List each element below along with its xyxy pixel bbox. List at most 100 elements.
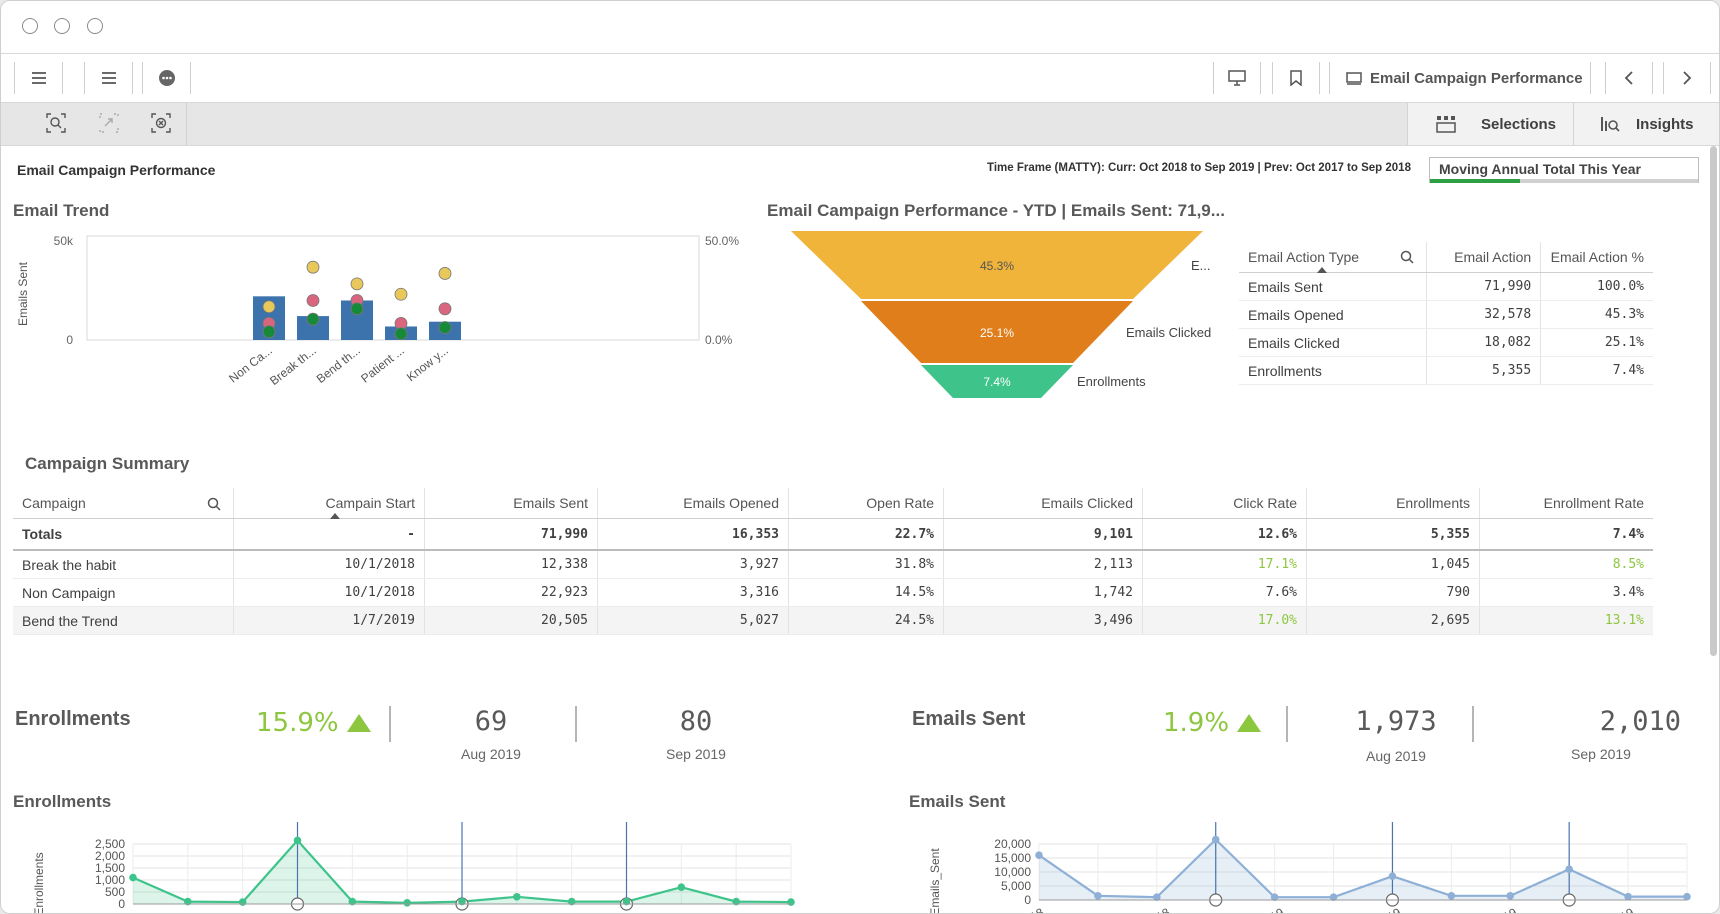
action-type-cell: Emails Clicked (1239, 328, 1427, 357)
campaign-summary-title: Campaign Summary (25, 454, 190, 473)
y-tick-label: 10,000 (994, 865, 1031, 879)
data-cell: 3,496 (943, 606, 1143, 635)
data-point (1683, 892, 1691, 901)
data-cell: 24.5% (788, 606, 944, 635)
trend-point (350, 302, 364, 316)
data-cell: 12,338 (424, 550, 598, 579)
campaign-summary-table: Campaign Campain Start Emails Sent Email… (13, 488, 1653, 635)
campaign-cell: Break the habit (13, 550, 234, 579)
data-cell: 20,505 (424, 606, 598, 635)
next-sheet-button[interactable] (1663, 62, 1711, 94)
table-row[interactable]: Emails Sent 71,990 100.0% (1239, 272, 1653, 301)
summary-header[interactable]: Emails Clicked (943, 488, 1143, 519)
vertical-scrollbar[interactable] (1710, 146, 1717, 656)
page-title: Email Campaign Performance (17, 162, 216, 178)
email-trend-title: Email Trend (13, 201, 110, 220)
totals-cell: 9,101 (943, 518, 1143, 551)
data-cell: 2,695 (1306, 606, 1480, 635)
trend-point (262, 325, 276, 339)
bookmark-icon (1290, 70, 1302, 86)
data-cell: 5,027 (597, 606, 789, 635)
action-pct-cell: 7.4% (1540, 356, 1653, 385)
table-row[interactable]: Emails Opened 32,578 45.3% (1239, 300, 1653, 329)
trend-point (306, 312, 320, 326)
window-maximize-button[interactable] (87, 18, 103, 34)
window-close-button[interactable] (22, 18, 38, 34)
smart-search-button[interactable] (44, 111, 68, 135)
enrollments-chart[interactable]: Enrollments 2,5002,0001,5001,0005000 (13, 822, 803, 913)
menu-button[interactable] (14, 62, 63, 94)
sort-ascending-icon (1317, 267, 1327, 273)
trend-point (262, 300, 276, 314)
trend-point (350, 277, 364, 291)
window-minimize-button[interactable] (54, 18, 70, 34)
timeframe-text: Time Frame (MATTY): Curr: Oct 2018 to Se… (987, 162, 1411, 174)
trend-point (394, 287, 408, 301)
action-header-pct[interactable]: Email Action % (1540, 242, 1653, 273)
funnel-pct-clicked: 25.1% (980, 326, 1014, 340)
selections-label: Selections (1481, 115, 1557, 133)
dropdown-selected-bar (1430, 179, 1520, 183)
summary-header-start[interactable]: Campain Start (233, 488, 425, 519)
data-cell: 22,923 (424, 578, 598, 607)
action-pct-cell: 25.1% (1540, 328, 1653, 357)
kpi-enrollments-change: 15.9% (256, 708, 371, 738)
kpi-separator (389, 706, 391, 742)
timeframe-dropdown[interactable]: Moving Annual Total This Year (1429, 157, 1699, 183)
data-point (1624, 892, 1632, 901)
bookmark-button[interactable] (1272, 62, 1320, 94)
table-row[interactable]: Bend the Trend 1/7/2019 20,505 5,027 24.… (13, 606, 1653, 635)
chat-button[interactable] (142, 62, 191, 94)
kpi-emails-label: Emails Sent (912, 708, 1026, 730)
clear-selections-button[interactable] (149, 111, 173, 135)
action-type-cell: Emails Sent (1239, 272, 1427, 301)
summary-header[interactable]: Open Rate (788, 488, 944, 519)
data-cell: 3.4% (1479, 578, 1653, 607)
table-row[interactable]: Non Campaign 10/1/2018 22,923 3,316 14.5… (13, 578, 1653, 607)
data-point (787, 898, 795, 906)
table-row[interactable]: Enrollments 5,355 7.4% (1239, 356, 1653, 385)
action-type-cell: Enrollments (1239, 356, 1427, 385)
search-icon[interactable] (207, 497, 221, 511)
totals-cell: 7.4% (1479, 518, 1653, 551)
data-point (1447, 892, 1456, 900)
action-value-cell: 5,355 (1426, 356, 1542, 385)
kpi-enrollments-v1: 69 (474, 706, 508, 737)
summary-header[interactable]: Enrollment Rate (1479, 488, 1653, 519)
data-point (1506, 892, 1515, 900)
emails-sent-chart[interactable]: Emails_Sent 20,00015,00010,0005,00001818… (909, 822, 1699, 913)
search-icon[interactable] (1400, 250, 1414, 264)
data-point (1094, 892, 1102, 900)
summary-header-start-label: Campain Start (325, 495, 415, 511)
sheets-menu-button[interactable] (84, 62, 133, 94)
x-tick-label: 19 (1268, 905, 1287, 913)
step-back-button[interactable] (97, 111, 121, 135)
trend-point (306, 260, 320, 274)
timeframe-dropdown-value: Moving Annual Total This Year (1439, 161, 1641, 177)
insights-button[interactable]: Insights (1573, 103, 1719, 145)
table-row[interactable]: Emails Clicked 18,082 25.1% (1239, 328, 1653, 357)
present-button[interactable] (1213, 62, 1261, 94)
sheet-content: Email Campaign Performance Time Frame (M… (1, 146, 1711, 913)
funnel-title: Email Campaign Performance - YTD | Email… (767, 201, 1225, 220)
action-header-type[interactable]: Email Action Type (1239, 242, 1427, 273)
summary-header[interactable]: Enrollments (1306, 488, 1480, 519)
totals-cell: - (233, 518, 425, 551)
triangle-up-icon (346, 714, 371, 732)
previous-sheet-button[interactable] (1605, 62, 1653, 94)
kpi-separator (1472, 706, 1474, 742)
summary-header[interactable]: Click Rate (1142, 488, 1307, 519)
summary-header-campaign[interactable]: Campaign (13, 488, 234, 519)
email-trend-chart[interactable]: Emails Sent 50k 0 50.0% 0.0% Non Ca...Br… (13, 224, 753, 424)
chat-bubble-icon (158, 70, 175, 86)
table-row[interactable]: Break the habit 10/1/2018 12,338 3,927 3… (13, 550, 1653, 579)
funnel-chart[interactable]: 45.3% 25.1% 7.4% E... Emails Clicked Enr… (787, 231, 1227, 401)
selections-button[interactable]: Selections (1407, 103, 1573, 145)
action-header-value[interactable]: Email Action (1426, 242, 1542, 273)
selbar-divider (186, 103, 187, 145)
action-value-cell: 32,578 (1426, 300, 1542, 329)
summary-header[interactable]: Emails Opened (597, 488, 789, 519)
trend-point (438, 267, 452, 280)
summary-header[interactable]: Emails Sent (424, 488, 598, 519)
sheet-selector[interactable]: Email Campaign Performance (1329, 62, 1591, 94)
